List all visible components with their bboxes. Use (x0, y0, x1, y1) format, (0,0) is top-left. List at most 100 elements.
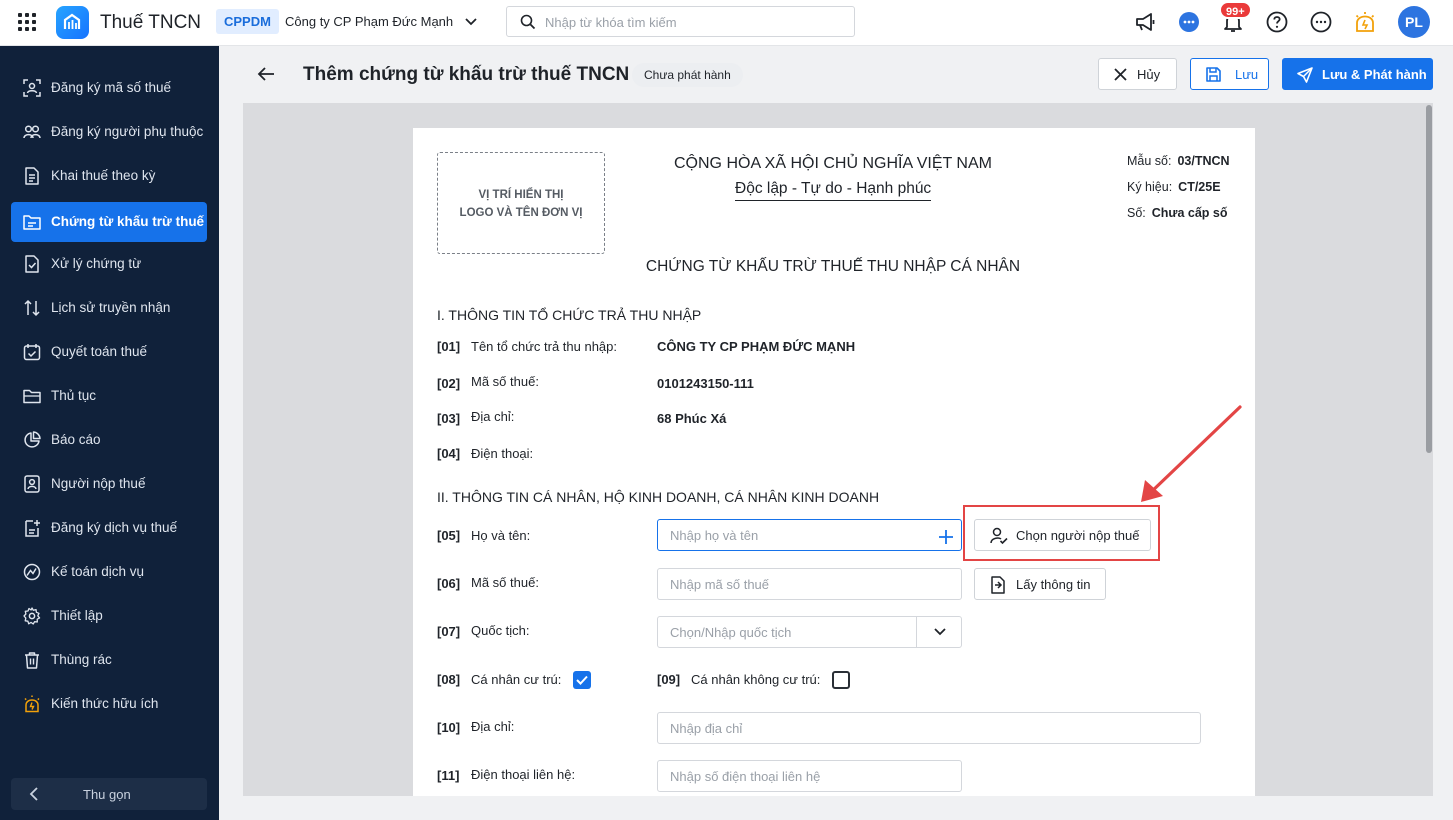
field-code: [10] (437, 720, 461, 735)
field-label: Địa chỉ: (471, 409, 515, 424)
nation-motto: Độc lập - Tự do - Hạnh phúc (735, 180, 932, 201)
address-input[interactable] (657, 712, 1201, 744)
scroll-thumb[interactable] (1426, 105, 1432, 453)
sidebar-collapse-button[interactable]: Thu gọn (11, 778, 207, 810)
sidebar-item-settings[interactable]: Thiết lập (11, 596, 207, 636)
sidebar-item-withholding-vouchers[interactable]: Chứng từ khấu trừ thuế (11, 202, 207, 242)
sidebar-item-register-dependents[interactable]: Đăng ký người phụ thuộc (11, 112, 207, 152)
payer-address-value: 68 Phúc Xá (657, 411, 727, 426)
avatar[interactable]: PL (1398, 6, 1430, 38)
symbol: Ký hiệu: CT/25E (1127, 180, 1221, 194)
megaphone-icon[interactable] (1133, 10, 1157, 34)
close-icon (1114, 68, 1127, 81)
sidebar-item-label: Thiết lập (51, 608, 103, 623)
lightbulb-icon (24, 695, 40, 713)
cancel-button[interactable]: Hủy (1098, 58, 1177, 90)
lightbulb-icon[interactable] (1353, 10, 1377, 34)
resident-checkbox[interactable] (573, 671, 591, 689)
sidebar-item-label: Thủ tục (51, 388, 97, 403)
sidebar-item-label: Thùng rác (51, 652, 112, 667)
field-label: Cá nhân không cư trú: (691, 672, 821, 687)
sidebar-item-label: Kiến thức hữu ích (51, 696, 159, 711)
folder-doc-icon (23, 215, 41, 230)
save-icon (1206, 67, 1221, 82)
get-info-button[interactable]: Lấy thông tin (974, 568, 1106, 600)
full-name-input[interactable] (657, 519, 962, 551)
back-arrow-icon[interactable] (256, 64, 276, 84)
nationality-select[interactable]: Chọn/Nhập quốc tịch (657, 616, 962, 648)
field-code: [02] (437, 376, 461, 391)
sidebar-item-periodic-declaration[interactable]: Khai thuế theo kỳ (11, 156, 207, 196)
field-code: [03] (437, 411, 461, 426)
sidebar-item-label: Đăng ký mã số thuế (51, 80, 172, 95)
search-box (506, 6, 855, 37)
app-logo-icon (56, 6, 89, 39)
transfer-icon (24, 299, 40, 317)
sidebar-item-register-tax-code[interactable]: Đăng ký mã số thuế (11, 68, 207, 108)
field-label: Điện thoại liên hệ: (471, 767, 576, 782)
sidebar-item-label: Xử lý chứng từ (51, 256, 142, 271)
chevron-down-icon[interactable] (464, 16, 478, 28)
sidebar-item-label: Đăng ký dịch vụ thuế (51, 520, 178, 535)
document-title: CHỨNG TỪ KHẤU TRỪ THUẾ THU NHẬP CÁ NHÂN (645, 258, 1021, 275)
field-code: [07] (437, 624, 461, 639)
field-label: Họ và tên: (471, 528, 531, 543)
notification-count-badge: 99+ (1219, 1, 1252, 19)
payer-name-value: CÔNG TY CP PHẠM ĐỨC MẠNH (657, 339, 856, 354)
save-and-publish-button[interactable]: Lưu & Phát hành (1282, 58, 1433, 90)
page-title: Thêm chứng từ khấu trừ thuế TNCN (303, 64, 630, 85)
sidebar-item-service-accounting[interactable]: Kế toán dịch vụ (11, 552, 207, 592)
phone-input[interactable] (657, 760, 962, 792)
send-icon (1297, 67, 1313, 83)
more-icon[interactable] (1309, 10, 1333, 34)
highlight-box (963, 505, 1160, 561)
form-number: Mẫu số: 03/TNCN (1127, 154, 1230, 168)
sidebar-item-trash[interactable]: Thùng rác (11, 640, 207, 680)
canvas-scrollbar[interactable] (1424, 103, 1433, 796)
top-bar: Thuế TNCN CPPDM Công ty CP Phạm Đức Mạnh… (0, 0, 1453, 46)
field-label: Mã số thuế: (471, 374, 539, 389)
field-label: Mã số thuế: (471, 575, 539, 590)
save-button[interactable]: Lưu (1190, 58, 1269, 90)
gear-icon (23, 607, 41, 625)
field-code: [05] (437, 528, 461, 543)
field-label: Điện thoại: (471, 446, 534, 461)
sidebar-item-transmission-history[interactable]: Lịch sử truyền nhận (11, 288, 207, 328)
sidebar-item-process-vouchers[interactable]: Xử lý chứng từ (11, 244, 207, 284)
help-icon[interactable] (1265, 10, 1289, 34)
checkmark-icon (576, 675, 588, 685)
sidebar-item-useful-knowledge[interactable]: Kiến thức hữu ích (11, 684, 207, 724)
chevron-down-icon (934, 628, 946, 636)
doc-add-icon (25, 520, 40, 537)
annotation-arrow-icon (1141, 405, 1242, 502)
sidebar-item-reports[interactable]: Báo cáo (11, 420, 207, 460)
voucher-number: Số: Chưa cấp số (1127, 206, 1228, 220)
sidebar-item-tax-finalization[interactable]: Quyết toán thuế (11, 332, 207, 372)
tax-code-input[interactable] (657, 568, 962, 600)
sidebar-item-label: Đăng ký người phụ thuộc (51, 124, 204, 139)
doc-check-icon (25, 255, 39, 273)
sidebar-item-label: Chứng từ khấu trừ thuế (51, 214, 205, 229)
non-resident-checkbox[interactable] (832, 671, 850, 689)
field-label: Địa chỉ: (471, 719, 515, 734)
sidebar-item-register-tax-service[interactable]: Đăng ký dịch vụ thuế (11, 508, 207, 548)
plus-icon[interactable] (938, 529, 954, 545)
company-code-badge: CPPDM (216, 9, 279, 34)
trash-icon (25, 652, 39, 669)
doc-import-icon (991, 576, 1005, 594)
sidebar-item-label: Quyết toán thuế (51, 344, 148, 359)
payer-tax-code-value: 0101243150-111 (657, 376, 754, 391)
sidebar-item-procedures[interactable]: Thủ tục (11, 376, 207, 416)
search-input[interactable] (545, 12, 845, 32)
sidebar-item-label: Kế toán dịch vụ (51, 564, 145, 579)
company-name[interactable]: Công ty CP Phạm Đức Mạnh (285, 14, 453, 29)
sidebar-item-label: Khai thuế theo kỳ (51, 168, 156, 183)
app-grid-icon[interactable] (18, 13, 36, 31)
sidebar-item-taxpayers[interactable]: Người nộp thuế (11, 464, 207, 504)
chat-icon[interactable] (1177, 10, 1201, 34)
sidebar: Đăng ký mã số thuế Đăng ký người phụ thu… (0, 46, 219, 820)
field-code: [09] (657, 672, 681, 687)
search-icon (520, 14, 536, 30)
logo-placeholder[interactable]: VỊ TRÍ HIỂN THỊ LOGO VÀ TÊN ĐƠN VỊ (437, 152, 605, 254)
id-scan-icon (23, 79, 41, 97)
